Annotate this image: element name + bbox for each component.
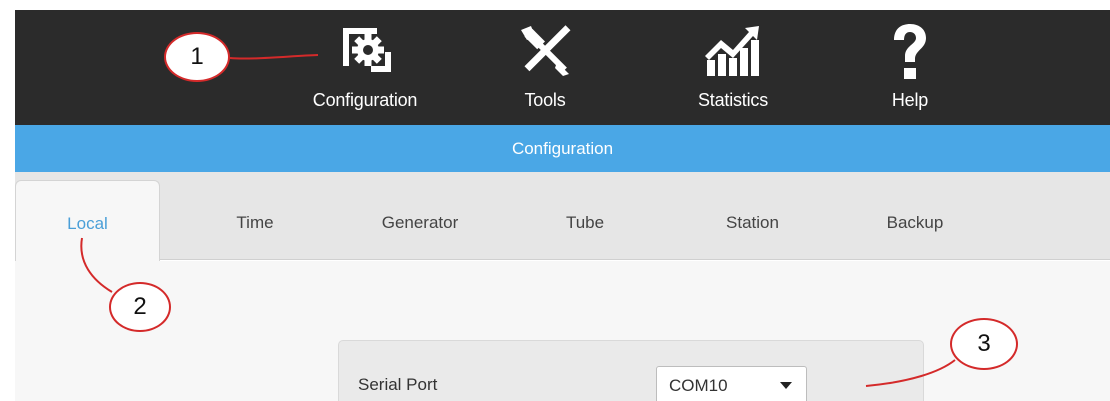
serial-port-select[interactable]: COM10 — [656, 366, 807, 401]
tab-tube[interactable]: Tube — [520, 180, 650, 260]
toolbar-item-label: Statistics — [697, 90, 769, 110]
tab-station[interactable]: Station — [680, 180, 825, 260]
tab-generator[interactable]: Generator — [345, 180, 495, 260]
app-window: Configuration Tools Statistics Help Conf… — [0, 0, 1110, 401]
annotation-callout-1: 1 — [164, 32, 230, 82]
tab-time[interactable]: Time — [190, 180, 320, 260]
toolbar-item-label: Configuration — [312, 90, 418, 110]
statistics-chart-icon — [705, 26, 759, 76]
annotation-callout-3: 3 — [950, 318, 1018, 370]
toolbar-item-label: Help — [891, 90, 929, 110]
section-title-bar: Configuration — [15, 125, 1110, 172]
toolbar-item-tools[interactable]: Tools — [470, 10, 620, 125]
chevron-down-icon — [780, 382, 792, 389]
annotation-callout-2: 2 — [109, 282, 171, 332]
serial-port-label: Serial Port — [358, 375, 438, 394]
help-question-icon — [894, 24, 926, 79]
tools-icon — [521, 25, 571, 76]
config-gear-icon — [343, 28, 391, 72]
serial-port-value: COM10 — [669, 376, 728, 395]
toolbar-item-label: Tools — [524, 90, 566, 110]
tab-bar: Local Time Generator Tube Station Backup — [15, 172, 1110, 261]
section-title: Configuration — [511, 139, 614, 158]
tab-local[interactable]: Local — [15, 180, 160, 261]
tab-backup[interactable]: Backup — [845, 180, 985, 260]
toolbar-item-configuration[interactable]: Configuration — [290, 10, 440, 125]
toolbar-item-help[interactable]: Help — [835, 10, 985, 125]
toolbar-item-statistics[interactable]: Statistics — [658, 10, 808, 125]
